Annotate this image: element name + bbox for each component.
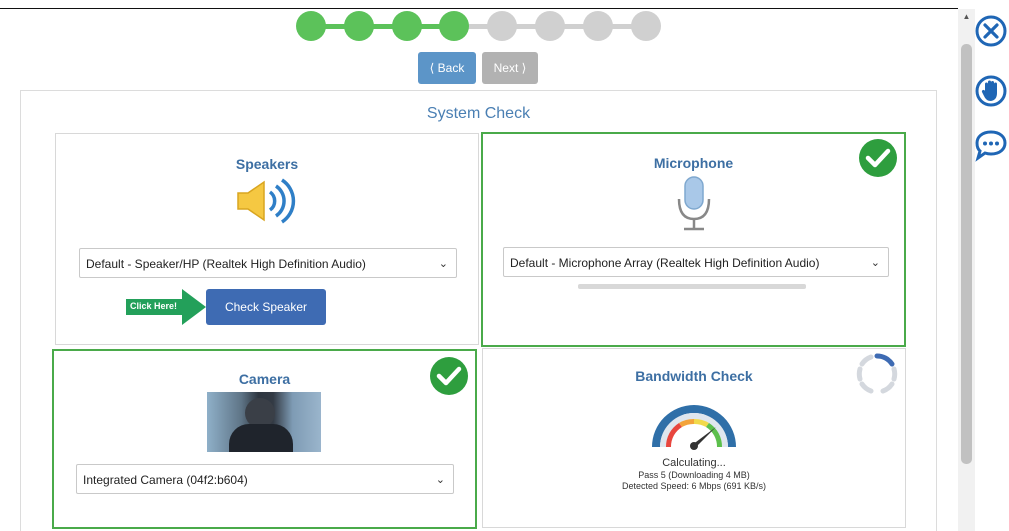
progress-step-8 xyxy=(631,11,661,41)
progress-step-1 xyxy=(296,11,326,41)
bandwidth-status: Calculating... xyxy=(662,457,726,469)
progress-step-6 xyxy=(535,11,565,41)
progress-step-7 xyxy=(583,11,613,41)
progress-step-4 xyxy=(439,11,469,41)
system-check-panel: System Check Speakers Default - Speaker/… xyxy=(20,90,937,531)
bandwidth-title: Bandwidth Check xyxy=(635,368,753,384)
camera-preview-body xyxy=(229,424,293,452)
progress-step-5 xyxy=(487,11,517,41)
panel-title: System Check xyxy=(426,105,531,122)
chat-icon[interactable] xyxy=(974,128,1008,162)
progress-step-3 xyxy=(392,11,422,41)
bandwidth-card: Bandwidth Check Calculating... Pass 5 (D… xyxy=(482,348,906,528)
camera-device-value: Integrated Camera (04f2:b604) xyxy=(83,473,248,487)
microphone-device-value: Default - Microphone Array (Realtek High… xyxy=(510,256,820,270)
viewport: ⟨ Back Next ⟩ System Check Speakers Defa… xyxy=(0,0,1009,531)
bandwidth-speed: Detected Speed: 6 Mbps (691 KB/s) xyxy=(621,481,767,491)
microphone-title: Microphone xyxy=(653,155,734,171)
microphone-card: Microphone Default - Microphone Array (R… xyxy=(481,132,906,347)
progress-step-2 xyxy=(344,11,374,41)
speaker-device-value: Default - Speaker/HP (Realtek High Defin… xyxy=(86,257,366,271)
chevron-down-icon: ⌄ xyxy=(870,257,880,269)
check-speaker-button[interactable]: Check Speaker xyxy=(206,289,326,325)
microphone-device-select[interactable]: Default - Microphone Array (Realtek High… xyxy=(503,247,889,277)
camera-preview xyxy=(207,392,321,452)
check-circle-icon xyxy=(859,139,897,177)
camera-device-select[interactable]: Integrated Camera (04f2:b604) ⌄ xyxy=(76,464,454,494)
check-circle-icon xyxy=(430,357,468,395)
top-border xyxy=(0,8,958,9)
camera-title: Camera xyxy=(238,371,291,387)
next-button[interactable]: Next ⟩ xyxy=(482,52,538,84)
close-circle-icon[interactable] xyxy=(974,14,1008,48)
speaker-icon xyxy=(237,178,296,224)
click-here-hint: Click Here! xyxy=(126,289,206,325)
chevron-down-icon: ⌄ xyxy=(435,474,445,486)
progress-line-complete xyxy=(311,24,458,29)
camera-card: Camera Integrated Camera (04f2:b604) ⌄ xyxy=(52,349,477,529)
chevron-down-icon: ⌄ xyxy=(438,258,448,270)
back-button[interactable]: ⟨ Back xyxy=(418,52,476,84)
speakers-card: Speakers Default - Speaker/HP (Realtek H… xyxy=(55,133,479,345)
speakers-title: Speakers xyxy=(235,156,299,172)
click-here-label: Click Here! xyxy=(130,301,178,311)
progress-stepper xyxy=(296,10,666,44)
scroll-thumb[interactable] xyxy=(961,44,972,464)
vertical-scrollbar[interactable]: ▲ xyxy=(958,9,975,531)
bandwidth-pass: Pass 5 (Downloading 4 MB) xyxy=(638,470,750,480)
speedometer-icon xyxy=(652,405,736,451)
microphone-level-bar xyxy=(578,284,806,289)
speaker-device-select[interactable]: Default - Speaker/HP (Realtek High Defin… xyxy=(79,248,457,278)
microphone-icon xyxy=(677,176,711,231)
scroll-up-arrow-icon[interactable]: ▲ xyxy=(958,9,975,25)
raise-hand-icon[interactable] xyxy=(974,74,1008,108)
loading-spinner-icon xyxy=(856,353,898,394)
